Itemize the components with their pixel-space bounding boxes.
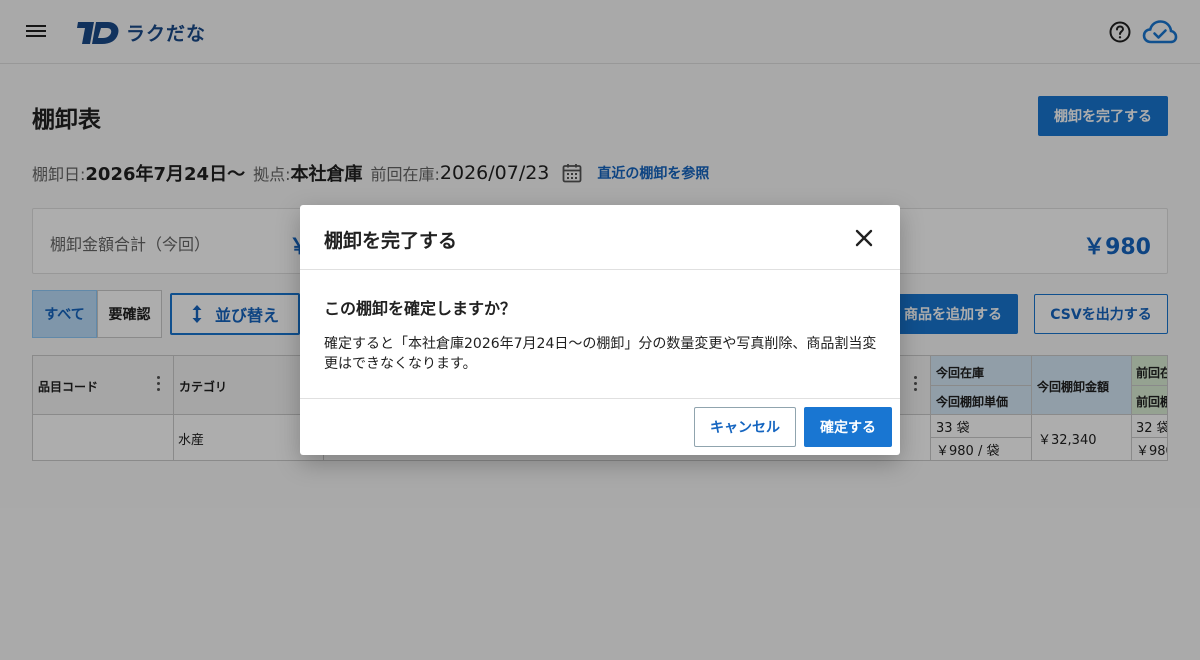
confirm-button[interactable]: 確定する <box>804 407 892 447</box>
dialog-divider <box>300 398 900 399</box>
dialog-divider <box>300 269 900 270</box>
complete-inventory-dialog: 棚卸を完了する この棚卸を確定しますか？ 確定すると「本社倉庫2026年7月24… <box>300 205 900 455</box>
dialog-title: 棚卸を完了する <box>324 230 458 252</box>
close-icon[interactable] <box>853 227 875 249</box>
cancel-button[interactable]: キャンセル <box>694 407 796 447</box>
dialog-message: 確定すると「本社倉庫2026年7月24日〜の棚卸」分の数量変更や写真削除、商品割… <box>324 336 877 372</box>
dialog-question: この棚卸を確定しますか？ <box>324 299 517 318</box>
